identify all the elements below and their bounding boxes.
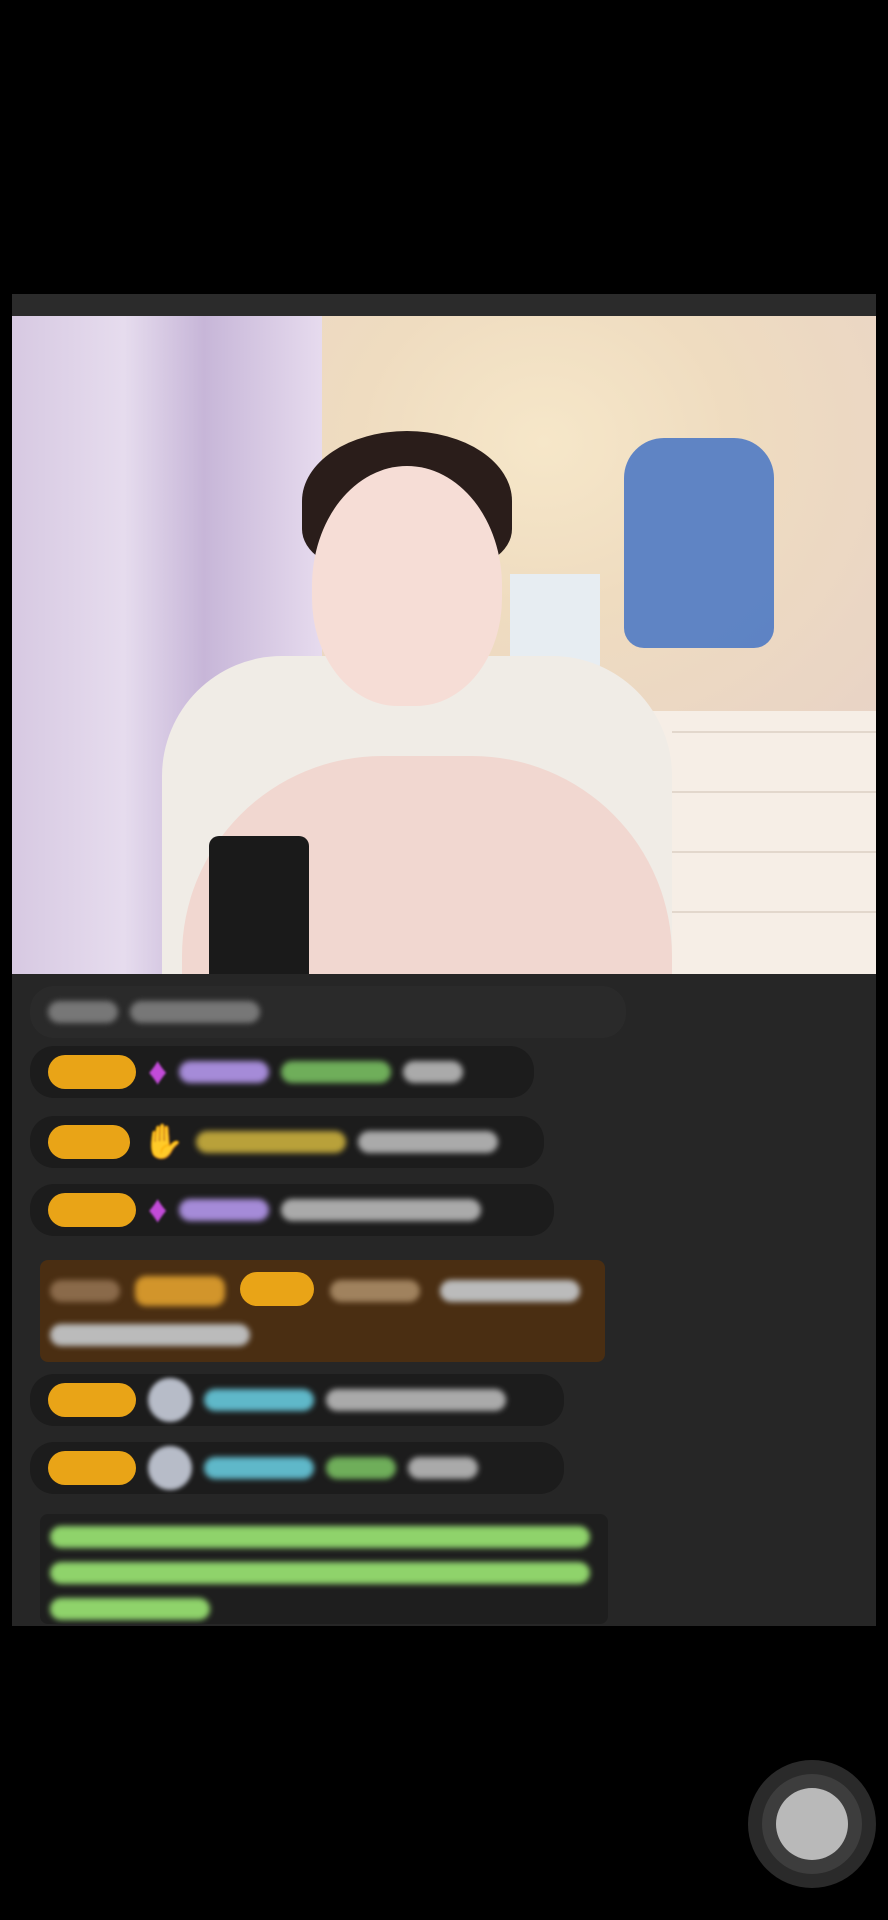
streamer-face: [312, 466, 502, 706]
diamond-icon: ♦: [148, 1189, 168, 1231]
diamond-icon: ♦: [148, 1051, 168, 1093]
level-badge: [48, 1193, 136, 1227]
level-badge: [48, 1451, 136, 1485]
system-notice: [40, 1514, 608, 1624]
chat-message[interactable]: [30, 1374, 564, 1426]
avatar: [148, 1446, 192, 1490]
chat-message[interactable]: ♦: [30, 1046, 534, 1098]
drawer-cabinet: [652, 711, 876, 974]
highlighted-chat-message[interactable]: [40, 1260, 605, 1362]
level-badge: [48, 1055, 136, 1089]
blue-bear-figurine: [624, 438, 774, 648]
avatar: [148, 1378, 192, 1422]
microphone: [209, 836, 309, 974]
hand-icon: ✋: [142, 1123, 185, 1161]
live-room-panel: ♦ ✋ ♦: [12, 294, 876, 1888]
chat-message[interactable]: ♦: [30, 1184, 554, 1236]
top-bar: [12, 294, 876, 316]
chat-message[interactable]: ✋: [30, 1116, 544, 1168]
live-video-player[interactable]: [12, 316, 876, 974]
level-badge: [48, 1383, 136, 1417]
level-badge: [48, 1125, 130, 1159]
floating-record-button[interactable]: [748, 1760, 876, 1888]
chat-message[interactable]: [30, 1442, 564, 1494]
chat-notice-row: [30, 986, 626, 1038]
